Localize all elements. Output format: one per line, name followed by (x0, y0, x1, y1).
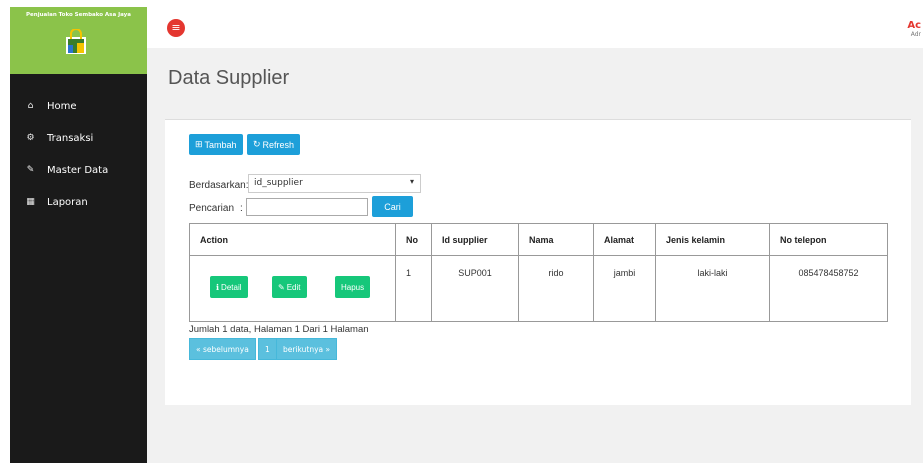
tambah-label: Tambah (204, 139, 237, 150)
cogs-icon: ⚙ (26, 133, 35, 143)
berdasarkan-select[interactable]: id_supplier ▾ (248, 174, 421, 193)
topbar: ≡ Ac Adr (147, 7, 923, 48)
user-name[interactable]: Ac (907, 20, 921, 31)
cell-nama: rido (518, 255, 594, 322)
chevron-down-icon: ▾ (409, 177, 414, 186)
page-title: Data Supplier (168, 67, 290, 89)
sidebar-nav: ⌂ Home ⚙ Transaksi ✎ Master Data ▦ Lapor… (10, 90, 147, 218)
detail-button[interactable]: ℹ Detail (210, 276, 248, 298)
refresh-button[interactable]: ↻ Refresh (247, 134, 301, 155)
hapus-button[interactable]: Hapus (335, 276, 371, 298)
pencarian-label: Pencarian (189, 203, 235, 214)
action-cell: ℹ Detail ✎ Edit Hapus (189, 255, 396, 322)
cell-jenis-kelamin: laki-laki (655, 255, 770, 322)
sidebar-item-laporan[interactable]: ▦ Laporan (10, 186, 147, 218)
berdasarkan-label: Berdasarkan: (189, 180, 249, 191)
plus-square-icon: ⊞ (195, 139, 203, 149)
col-header-nama: Nama (518, 223, 594, 256)
sidebar-item-label: Transaksi (47, 132, 94, 144)
cell-id-supplier: SUP001 (431, 255, 519, 322)
sidebar-item-master-data[interactable]: ✎ Master Data (10, 154, 147, 186)
sidebar: Penjualan Toko Sembako Asa Jaya ⌂ Home ⚙… (10, 7, 147, 463)
window-top-edge (0, 0, 923, 7)
supplier-table: Action No Id supplier Nama Alamat Jenis … (189, 223, 888, 322)
cell-no-telepon: 085478458752 (769, 255, 888, 322)
cell-alamat: jambi (593, 255, 656, 322)
edit-button[interactable]: ✎ Edit (272, 276, 307, 298)
sidebar-item-label: Laporan (47, 196, 88, 208)
page-1-button[interactable]: 1 (258, 338, 277, 360)
sidebar-item-home[interactable]: ⌂ Home (10, 90, 147, 122)
next-page-button[interactable]: berikutnya » (276, 338, 338, 360)
cari-button[interactable]: Cari (372, 196, 413, 217)
refresh-label: Refresh (262, 139, 295, 150)
menu-toggle-button[interactable]: ≡ (167, 19, 185, 37)
prev-page-button[interactable]: « sebelumnya (189, 338, 256, 360)
select-value: id_supplier (254, 178, 303, 188)
sidebar-item-label: Home (47, 100, 77, 112)
pagination-summary: Jumlah 1 data, Halaman 1 Dari 1 Halaman (189, 324, 369, 335)
info-icon: ℹ (216, 282, 220, 292)
col-header-jenis-kelamin: Jenis kelamin (655, 223, 770, 256)
col-header-no: No (395, 223, 432, 256)
cell-no: 1 (395, 255, 432, 322)
edit-icon: ✎ (26, 165, 35, 175)
edit-label: Edit (286, 282, 301, 292)
pencarian-colon: : (240, 203, 243, 214)
refresh-icon: ↻ (253, 139, 261, 149)
brand-title: Penjualan Toko Sembako Asa Jaya (26, 12, 131, 18)
sidebar-item-label: Master Data (47, 164, 109, 176)
col-header-action: Action (189, 223, 396, 256)
col-header-alamat: Alamat (593, 223, 656, 256)
calendar-icon: ▦ (26, 197, 35, 207)
col-header-no-telepon: No telepon (769, 223, 888, 256)
table-header-row: Action No Id supplier Nama Alamat Jenis … (189, 223, 888, 256)
edit-icon: ✎ (278, 282, 285, 292)
tambah-button[interactable]: ⊞ Tambah (189, 134, 243, 155)
col-header-id-supplier: Id supplier (431, 223, 519, 256)
home-icon: ⌂ (27, 101, 34, 111)
search-input[interactable] (246, 198, 368, 216)
table-row: ℹ Detail ✎ Edit Hapus 1 SUP001 rido jamb… (189, 255, 888, 322)
user-role: Adr (910, 31, 921, 38)
detail-label: Detail (221, 282, 242, 292)
store-bag-icon (66, 29, 86, 54)
sidebar-item-transaksi[interactable]: ⚙ Transaksi (10, 122, 147, 154)
brand-header: Penjualan Toko Sembako Asa Jaya (10, 7, 147, 74)
